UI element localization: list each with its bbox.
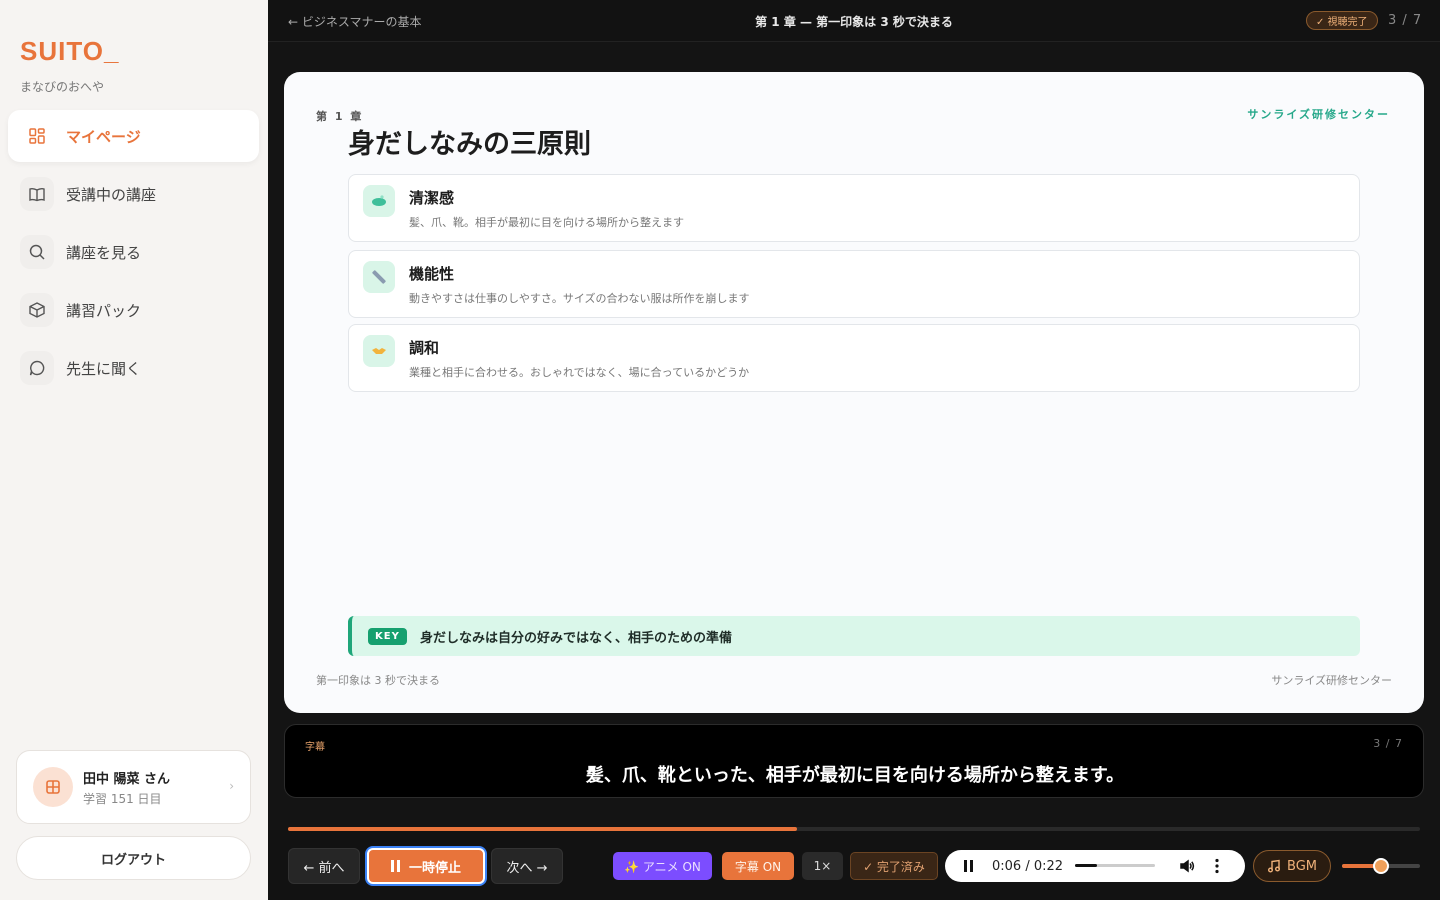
sidebar-item-label: 講座を見る xyxy=(66,243,142,262)
card-title: 清潔感 xyxy=(409,189,455,207)
subtitle-counter: 3 / 7 xyxy=(1373,737,1403,750)
lesson-title: 第 1 章 — 第一印象は 3 秒で決まる xyxy=(755,15,953,29)
more-options-icon[interactable] xyxy=(1215,858,1219,874)
key-point: KEY 身だしなみは自分の好みではなく、相手のための準備 xyxy=(348,616,1360,656)
user-card[interactable]: 田中 陽菜 さん 学習 151 日目 › xyxy=(16,750,251,824)
audio-seek-fill xyxy=(1075,864,1097,867)
progress-fill xyxy=(288,827,798,831)
app-logo[interactable]: SUITO_ xyxy=(20,36,119,67)
card-title: 機能性 xyxy=(409,265,455,283)
sidebar-item-browse[interactable]: 講座を見る xyxy=(8,226,259,278)
sidebar-item-label: 講習パック xyxy=(66,301,142,320)
principle-card: 清潔感 髪、爪、靴。相手が最初に目を向ける場所から整えます xyxy=(348,174,1360,242)
audio-player: 0:06 / 0:22 xyxy=(945,850,1245,882)
card-title: 調和 xyxy=(409,339,440,357)
sidebar-item-mypage[interactable]: マイページ xyxy=(8,110,259,162)
pause-label: 一時停止 xyxy=(408,860,461,876)
subtitle-panel: 字幕 3 / 7 髪、爪、靴といった、相手が最初に目を向ける場所から整えます。 xyxy=(284,724,1424,798)
ruler-icon xyxy=(363,261,395,293)
user-study-days: 学習 151 日目 xyxy=(83,791,162,806)
handshake-icon xyxy=(363,335,395,367)
completed-button[interactable]: ✓ 完了済み xyxy=(850,852,938,880)
bgm-label: BGM xyxy=(1287,858,1317,874)
slide-footer-brand: サンライズ研修センター xyxy=(1271,674,1392,687)
search-icon xyxy=(20,235,54,269)
animation-toggle[interactable]: ✨ アニメ ON xyxy=(613,852,712,880)
subtitle-label: 字幕 xyxy=(305,742,325,753)
volume-knob[interactable] xyxy=(1373,858,1389,874)
next-button[interactable]: 次へ → xyxy=(491,848,563,884)
sidebar-item-packs[interactable]: 講習パック xyxy=(8,284,259,336)
sidebar-item-label: 受講中の講座 xyxy=(66,185,157,204)
sidebar-item-label: 先生に聞く xyxy=(66,359,142,378)
book-icon xyxy=(20,177,54,211)
volume-icon[interactable] xyxy=(1179,858,1195,874)
bgm-button[interactable]: BGM xyxy=(1253,850,1331,882)
subtitle-toggle[interactable]: 字幕 ON xyxy=(722,852,794,880)
app-subtitle: まなびのおへや xyxy=(20,80,105,94)
lesson-progress-bar[interactable] xyxy=(288,827,1420,831)
slide-footer-title: 第一印象は 3 秒で決まる xyxy=(316,674,440,687)
card-description: 動きやすさは仕事のしやすさ。サイズの合わない服は所作を崩します xyxy=(409,292,750,305)
top-bar: ← ビジネスマナーの基本 第 1 章 — 第一印象は 3 秒で決まる ✓ 視聴完… xyxy=(268,0,1440,42)
dashboard-icon xyxy=(20,119,54,153)
card-description: 髪、爪、靴。相手が最初に目を向ける場所から整えます xyxy=(409,216,684,229)
sidebar-item-ask-teacher[interactable]: 先生に聞く xyxy=(8,342,259,394)
slide-counter: 3 / 7 xyxy=(1388,13,1423,28)
user-name: 田中 陽菜 さん xyxy=(83,771,171,787)
control-bar: ← 前へ 一時停止 次へ → ✨ アニメ ON 字幕 ON 1× ✓ 完了済み … xyxy=(268,827,1440,900)
soap-icon xyxy=(363,185,395,217)
slide-panel: 第 1 章 身だしなみの三原則 サンライズ研修センター 清潔感 髪、爪、靴。相手… xyxy=(284,72,1424,713)
pause-icon xyxy=(390,860,401,872)
speed-button[interactable]: 1× xyxy=(802,852,843,880)
logout-button[interactable]: ログアウト xyxy=(16,836,251,880)
card-description: 業種と相手に合わせる。おしゃれではなく、場に合っているかどうか xyxy=(409,366,750,379)
sidebar-item-label: マイページ xyxy=(66,127,141,146)
prev-button[interactable]: ← 前へ xyxy=(288,848,360,884)
pause-button[interactable]: 一時停止 xyxy=(367,848,485,884)
key-text: 身だしなみは自分の好みではなく、相手のための準備 xyxy=(420,631,733,646)
principle-card: 機能性 動きやすさは仕事のしやすさ。サイズの合わない服は所作を崩します xyxy=(348,250,1360,318)
watched-badge: ✓ 視聴完了 xyxy=(1306,11,1378,30)
subtitle-text: 髪、爪、靴といった、相手が最初に目を向ける場所から整えます。 xyxy=(585,765,1125,786)
sidebar-item-courses[interactable]: 受講中の講座 xyxy=(8,168,259,220)
sidebar: SUITO_ まなびのおへや マイページ 受講中の講座 講座を見る 講習パック … xyxy=(0,0,268,900)
music-note-icon xyxy=(1267,859,1281,873)
brand-label: サンライズ研修センター xyxy=(1247,108,1390,121)
audio-time: 0:06 / 0:22 xyxy=(992,859,1064,874)
chat-bubble-icon xyxy=(20,351,54,385)
package-icon xyxy=(20,293,54,327)
principle-card: 調和 業種と相手に合わせる。おしゃれではなく、場に合っているかどうか xyxy=(348,324,1360,392)
pause-icon[interactable] xyxy=(964,860,974,872)
bgm-volume-slider[interactable] xyxy=(1342,858,1420,874)
sidebar-nav: マイページ 受講中の講座 講座を見る 講習パック 先生に聞く xyxy=(8,110,259,400)
chevron-right-icon: › xyxy=(229,779,234,793)
slide-title: 身だしなみの三原則 xyxy=(348,129,591,160)
key-badge: KEY xyxy=(368,628,407,645)
avatar xyxy=(33,767,73,807)
audio-seek-bar[interactable] xyxy=(1075,864,1155,867)
